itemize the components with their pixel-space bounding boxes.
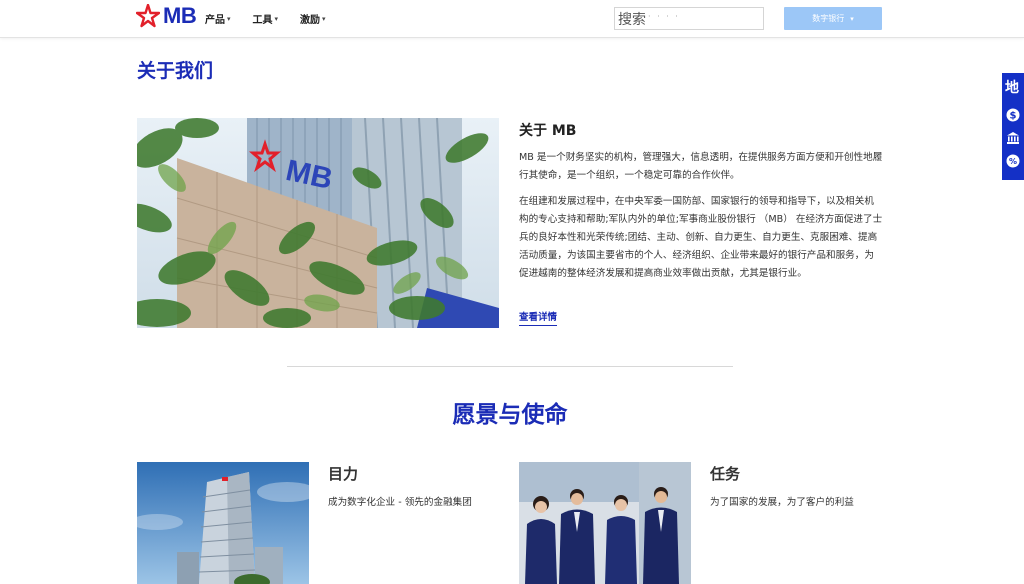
section-divider — [287, 366, 733, 367]
view-details-link[interactable]: 查看详情 — [519, 309, 558, 326]
svg-text:$: $ — [1010, 111, 1017, 122]
staff-photo — [519, 462, 691, 584]
mission-card-text: 为了国家的发展，为了客户的利益 — [710, 497, 854, 508]
side-toolbar: 地 $ % — [1002, 73, 1024, 180]
nav-item-products[interactable]: 产品 ▾ — [205, 11, 231, 27]
percent-icon[interactable]: % — [1006, 154, 1020, 168]
digital-bank-label: 数字银行 — [812, 14, 845, 23]
digital-bank-button[interactable]: 数字银行 ▾ — [784, 7, 882, 30]
nav-item-label: 激励 — [300, 15, 321, 26]
tower-photo — [137, 462, 309, 584]
nav-item-incentives[interactable]: 激励 ▾ — [300, 11, 326, 27]
mission-card-title: 任务 — [710, 465, 741, 483]
nav-item-label: 产品 — [205, 15, 225, 26]
nav-item-tools[interactable]: 工具 ▾ — [252, 11, 279, 27]
side-toolbar-label[interactable]: 地 — [1002, 77, 1024, 99]
search-placeholder: 搜索 — [618, 12, 646, 28]
logo-text: MB — [163, 3, 197, 28]
about-title: 关于 MB — [519, 123, 577, 139]
about-paragraph-2: 在组建和发展过程中，在中央军委一国防部、国家银行的领导和指导下，以及相关机构的专… — [519, 196, 883, 279]
chevron-down-icon: ▾ — [850, 14, 854, 23]
dollar-coin-icon[interactable]: $ — [1006, 108, 1020, 122]
bank-icon[interactable] — [1006, 131, 1020, 145]
search-loading-dots: · · · · — [648, 12, 680, 21]
mb-logo[interactable]: MB — [136, 3, 197, 28]
chevron-down-icon: ▾ — [227, 14, 231, 23]
about-section-title: 关于我们 — [137, 60, 214, 82]
main-nav: 产品 ▾ 工具 ▾ 激励 ▾ — [205, 11, 348, 27]
vision-card-text: 成为数字化企业 - 领先的金融集团 — [328, 497, 472, 508]
svg-text:%: % — [1009, 157, 1017, 166]
about-paragraph-1: MB 是一个财务坚实的机构，管理强大，信息透明，在提供服务方面方便和开创性地履行… — [519, 152, 883, 181]
top-header: MB 产品 ▾ 工具 ▾ 激励 ▾ 搜索 · · · · 数字银行 ▾ — [0, 0, 1024, 38]
nav-item-label: 工具 — [252, 15, 273, 26]
chevron-down-icon: ▾ — [274, 14, 279, 23]
vision-card-title: 目力 — [328, 465, 359, 483]
star-logo-icon — [136, 4, 160, 28]
headquarters-photo: MB — [137, 118, 499, 328]
chevron-down-icon: ▾ — [322, 14, 326, 23]
vision-section-title: 愿景与使命 — [452, 402, 568, 428]
